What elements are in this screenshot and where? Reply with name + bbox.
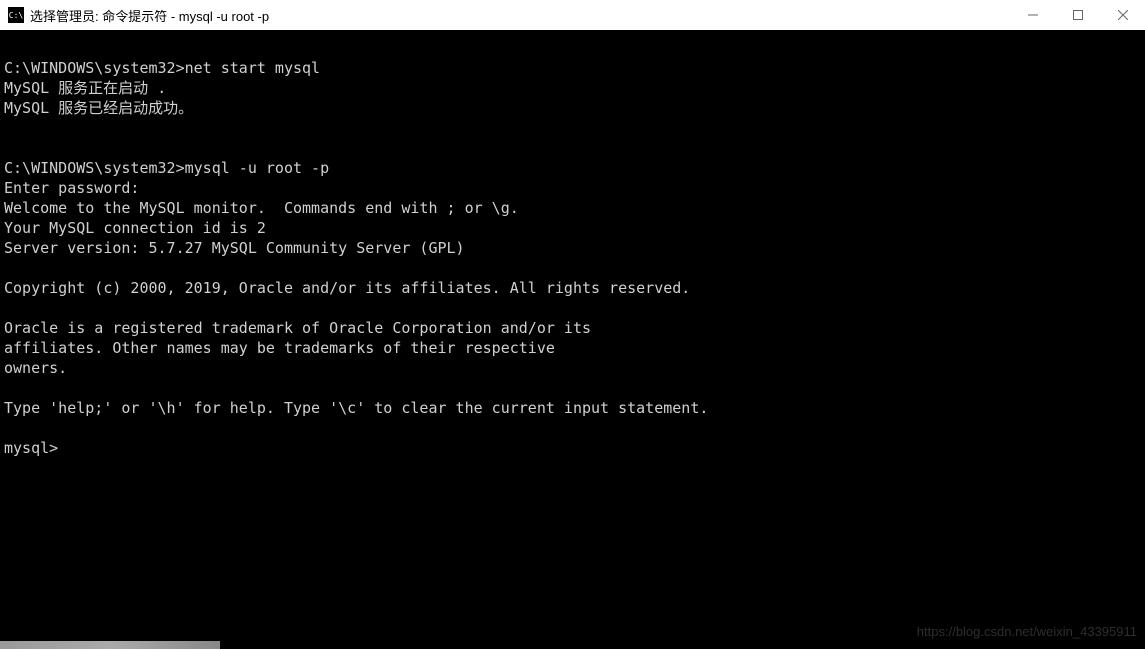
watermark-text: https://blog.csdn.net/weixin_43395911 (917, 624, 1137, 639)
terminal-output[interactable]: C:\WINDOWS\system32>net start mysql MySQ… (0, 30, 1145, 641)
cmd-icon: C:\ (8, 7, 24, 23)
window-title: 选择管理员: 命令提示符 - mysql -u root -p (30, 6, 269, 25)
minimize-icon (1028, 10, 1038, 20)
close-icon (1118, 10, 1128, 20)
taskbar-fragment (0, 641, 220, 649)
maximize-button[interactable] (1055, 0, 1100, 30)
cmd-icon-text: C:\ (9, 11, 23, 20)
close-button[interactable] (1100, 0, 1145, 30)
maximize-icon (1073, 10, 1083, 20)
window-titlebar: C:\ 选择管理员: 命令提示符 - mysql -u root -p (0, 0, 1145, 30)
minimize-button[interactable] (1010, 0, 1055, 30)
window-controls (1010, 0, 1145, 30)
